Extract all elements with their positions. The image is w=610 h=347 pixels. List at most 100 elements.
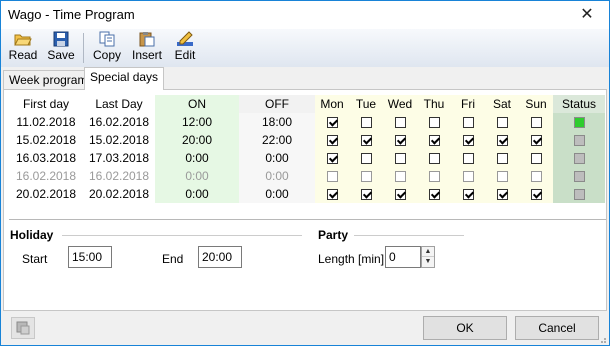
edit-button[interactable]: Edit [171, 31, 199, 65]
cell-mon[interactable] [315, 167, 349, 185]
cell-sun[interactable] [519, 185, 553, 203]
cell-wed[interactable] [383, 149, 417, 167]
fri-checkbox[interactable] [462, 171, 474, 183]
sun-checkbox[interactable] [530, 117, 542, 129]
mon-checkbox[interactable] [326, 135, 338, 147]
sat-checkbox[interactable] [496, 117, 508, 129]
wed-checkbox[interactable] [394, 189, 406, 201]
cell-fri[interactable] [451, 185, 485, 203]
sat-checkbox[interactable] [496, 189, 508, 201]
mon-checkbox[interactable] [326, 153, 338, 165]
cell-status[interactable] [553, 185, 605, 203]
cell-last-day[interactable]: 15.02.2018 [83, 131, 155, 149]
cell-off-time[interactable]: 0:00 [239, 149, 315, 167]
tue-checkbox[interactable] [360, 117, 372, 129]
thu-checkbox[interactable] [428, 117, 440, 129]
cell-on-time[interactable]: 0:00 [155, 149, 239, 167]
wed-checkbox[interactable] [394, 135, 406, 147]
cell-thu[interactable] [417, 185, 451, 203]
header-wed[interactable]: Wed [383, 95, 417, 113]
cell-last-day[interactable]: 16.02.2018 [83, 167, 155, 185]
ok-button[interactable]: OK [423, 316, 507, 340]
spin-up-icon[interactable]: ▲ [422, 247, 434, 257]
cell-first-day[interactable]: 15.02.2018 [9, 131, 83, 149]
cell-off-time[interactable]: 22:00 [239, 131, 315, 149]
header-thu[interactable]: Thu [417, 95, 451, 113]
header-off[interactable]: OFF [239, 95, 315, 113]
cell-mon[interactable] [315, 149, 349, 167]
tue-checkbox[interactable] [360, 171, 372, 183]
cell-wed[interactable] [383, 185, 417, 203]
cell-wed[interactable] [383, 113, 417, 131]
cell-last-day[interactable]: 20.02.2018 [83, 185, 155, 203]
cell-tue[interactable] [349, 185, 383, 203]
tue-checkbox[interactable] [360, 189, 372, 201]
cell-thu[interactable] [417, 131, 451, 149]
cell-first-day[interactable]: 16.02.2018 [9, 167, 83, 185]
cell-fri[interactable] [451, 113, 485, 131]
fri-checkbox[interactable] [462, 189, 474, 201]
cell-sat[interactable] [485, 167, 519, 185]
header-sat[interactable]: Sat [485, 95, 519, 113]
cell-first-day[interactable]: 11.02.2018 [9, 113, 83, 131]
thu-checkbox[interactable] [428, 189, 440, 201]
cell-sun[interactable] [519, 167, 553, 185]
thu-checkbox[interactable] [428, 135, 440, 147]
mon-checkbox[interactable] [326, 189, 338, 201]
cell-last-day[interactable]: 17.03.2018 [83, 149, 155, 167]
cell-status[interactable] [553, 131, 605, 149]
cell-thu[interactable] [417, 113, 451, 131]
cell-sat[interactable] [485, 149, 519, 167]
copy-button[interactable]: Copy [91, 31, 123, 65]
mon-checkbox[interactable] [326, 117, 338, 129]
cell-on-time[interactable]: 20:00 [155, 131, 239, 149]
table-row[interactable]: 16.03.2018 17.03.2018 0:00 0:00 [9, 149, 605, 167]
cell-tue[interactable] [349, 149, 383, 167]
cell-status[interactable] [553, 113, 605, 131]
cell-wed[interactable] [383, 167, 417, 185]
cell-sat[interactable] [485, 113, 519, 131]
cell-on-time[interactable]: 0:00 [155, 185, 239, 203]
insert-button[interactable]: Insert [129, 31, 165, 65]
fri-checkbox[interactable] [462, 135, 474, 147]
cell-sun[interactable] [519, 131, 553, 149]
party-length-input[interactable] [385, 246, 421, 268]
header-on[interactable]: ON [155, 95, 239, 113]
save-button[interactable]: Save [45, 31, 77, 65]
sat-checkbox[interactable] [496, 171, 508, 183]
cell-off-time[interactable]: 0:00 [239, 167, 315, 185]
thu-checkbox[interactable] [428, 171, 440, 183]
cell-tue[interactable] [349, 131, 383, 149]
cell-thu[interactable] [417, 149, 451, 167]
table-row[interactable]: 16.02.2018 16.02.2018 0:00 0:00 [9, 167, 605, 185]
cell-off-time[interactable]: 0:00 [239, 185, 315, 203]
tab-special-days[interactable]: Special days [84, 67, 165, 90]
cell-sun[interactable] [519, 113, 553, 131]
cell-tue[interactable] [349, 113, 383, 131]
sun-checkbox[interactable] [530, 135, 542, 147]
disconnect-icon[interactable] [11, 317, 35, 339]
sun-checkbox[interactable] [530, 171, 542, 183]
tab-week-program[interactable]: Week program [3, 70, 94, 89]
tue-checkbox[interactable] [360, 135, 372, 147]
header-sun[interactable]: Sun [519, 95, 553, 113]
table-row[interactable]: 11.02.2018 16.02.2018 12:00 18:00 [9, 113, 605, 131]
cell-fri[interactable] [451, 149, 485, 167]
cell-mon[interactable] [315, 113, 349, 131]
table-row[interactable]: 15.02.2018 15.02.2018 20:00 22:00 [9, 131, 605, 149]
cell-last-day[interactable]: 16.02.2018 [83, 113, 155, 131]
header-mon[interactable]: Mon [315, 95, 349, 113]
wed-checkbox[interactable] [394, 153, 406, 165]
cell-mon[interactable] [315, 185, 349, 203]
cell-on-time[interactable]: 0:00 [155, 167, 239, 185]
cell-status[interactable] [553, 167, 605, 185]
fri-checkbox[interactable] [462, 153, 474, 165]
holiday-start-input[interactable] [68, 246, 112, 268]
cell-wed[interactable] [383, 131, 417, 149]
header-first-day[interactable]: First day [9, 95, 83, 113]
party-length-spinner[interactable]: ▲ ▼ [421, 246, 435, 268]
read-button[interactable]: Read [7, 31, 39, 65]
cancel-button[interactable]: Cancel [515, 316, 599, 340]
wed-checkbox[interactable] [394, 171, 406, 183]
cell-sun[interactable] [519, 149, 553, 167]
